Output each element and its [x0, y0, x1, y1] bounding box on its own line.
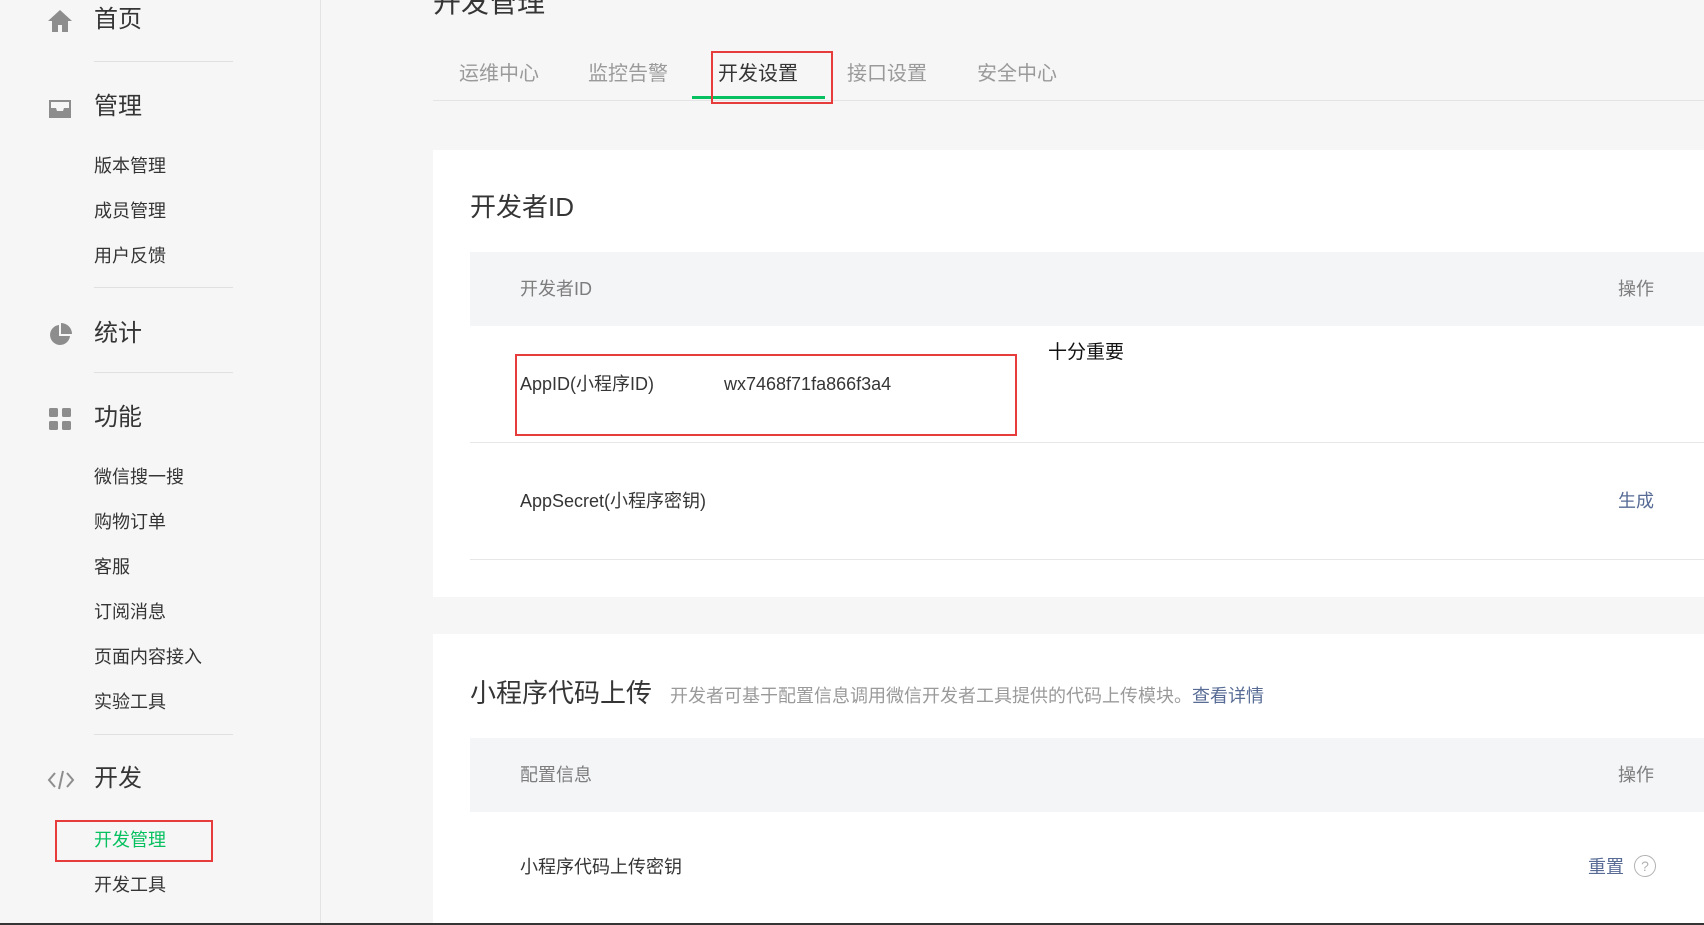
table-row-appid: AppID(小程序ID) wx7468f71fa866f3a4 十分重要	[470, 326, 1704, 443]
pie-chart-icon	[47, 322, 73, 348]
reset-key-link[interactable]: 重置	[1588, 855, 1624, 879]
sidebar-item-page-content[interactable]: 页面内容接入	[94, 645, 202, 669]
table-row-upload-key: 小程序代码上传密钥 重置 ?	[470, 812, 1704, 924]
sidebar-item-lab-tools[interactable]: 实验工具	[94, 690, 166, 714]
home-icon	[47, 8, 73, 34]
sidebar-item-subscribe-msg[interactable]: 订阅消息	[94, 600, 166, 624]
nav-features[interactable]: 功能	[0, 398, 320, 438]
page-title: 开发管理	[433, 0, 546, 18]
nav-features-label: 功能	[94, 404, 142, 431]
sidebar-divider	[94, 61, 233, 62]
appid-label: AppID(小程序ID)	[520, 374, 655, 394]
sidebar-item-wechat-search[interactable]: 微信搜一搜	[94, 465, 184, 489]
sidebar-item-orders[interactable]: 购物订单	[94, 510, 166, 534]
help-icon[interactable]: ?	[1634, 855, 1656, 877]
tab-ops-center[interactable]: 运维中心	[459, 60, 539, 88]
code-upload-desc-text: 开发者可基于配置信息调用微信开发者工具提供的代码上传模块。	[670, 686, 1192, 706]
tab-monitoring[interactable]: 监控告警	[588, 60, 668, 88]
generate-secret-link[interactable]: 生成	[1618, 489, 1654, 513]
nav-stats[interactable]: 统计	[0, 314, 320, 354]
code-upload-title: 小程序代码上传	[470, 678, 653, 708]
nav-stats-label: 统计	[94, 320, 142, 347]
col-header-action: 操作	[1618, 765, 1654, 785]
col-header-action: 操作	[1618, 279, 1654, 299]
sidebar-item-customer-service[interactable]: 客服	[94, 555, 130, 579]
appsecret-label: AppSecret(小程序密钥)	[520, 491, 707, 511]
tab-dev-settings[interactable]: 开发设置	[718, 60, 798, 88]
tab-api-settings[interactable]: 接口设置	[847, 60, 927, 88]
developer-id-title: 开发者ID	[470, 192, 575, 222]
annotation-important: 十分重要	[1048, 342, 1125, 363]
tab-security-center[interactable]: 安全中心	[977, 60, 1057, 88]
code-upload-card: 小程序代码上传 开发者可基于配置信息调用微信开发者工具提供的代码上传模块。查看详…	[433, 634, 1704, 925]
sidebar-divider	[94, 734, 233, 735]
code-upload-table-header: 配置信息 操作	[470, 738, 1704, 812]
sidebar-divider	[94, 287, 233, 288]
code-icon	[47, 767, 75, 793]
tab-bar: 运维中心 监控告警 开发设置 接口设置 安全中心	[433, 58, 1704, 101]
sidebar-item-members[interactable]: 成员管理	[94, 199, 166, 223]
active-tab-indicator	[692, 96, 825, 99]
grid-icon	[47, 406, 73, 432]
nav-home[interactable]: 首页	[0, 0, 320, 40]
developer-id-table-header: 开发者ID 操作	[470, 252, 1704, 326]
sidebar: 首页 管理 版本管理 成员管理 用户反馈 统计 功能 微信搜一搜 购物订单 客服…	[0, 0, 321, 925]
nav-manage-label: 管理	[94, 93, 142, 120]
appid-value[interactable]: wx7468f71fa866f3a4	[724, 372, 891, 396]
upload-key-label: 小程序代码上传密钥	[520, 857, 682, 877]
sidebar-item-feedback[interactable]: 用户反馈	[94, 244, 166, 268]
col-header-developer-id: 开发者ID	[520, 279, 592, 299]
nav-dev[interactable]: 开发	[0, 759, 320, 799]
nav-dev-label: 开发	[94, 765, 142, 792]
developer-id-card: 开发者ID 开发者ID 操作 AppID(小程序ID) wx7468f71fa8…	[433, 150, 1704, 597]
nav-manage[interactable]: 管理	[0, 87, 320, 127]
nav-home-label: 首页	[94, 6, 142, 33]
sidebar-item-version[interactable]: 版本管理	[94, 154, 166, 178]
sidebar-divider	[94, 372, 233, 373]
table-row-appsecret: AppSecret(小程序密钥) 生成	[470, 443, 1704, 560]
col-header-config: 配置信息	[520, 765, 592, 785]
inbox-icon	[47, 95, 73, 121]
view-details-link[interactable]: 查看详情	[1192, 686, 1264, 706]
sidebar-item-dev-manage[interactable]: 开发管理	[94, 828, 166, 852]
code-upload-desc: 开发者可基于配置信息调用微信开发者工具提供的代码上传模块。查看详情	[670, 684, 1264, 708]
sidebar-item-dev-tools[interactable]: 开发工具	[94, 873, 166, 897]
